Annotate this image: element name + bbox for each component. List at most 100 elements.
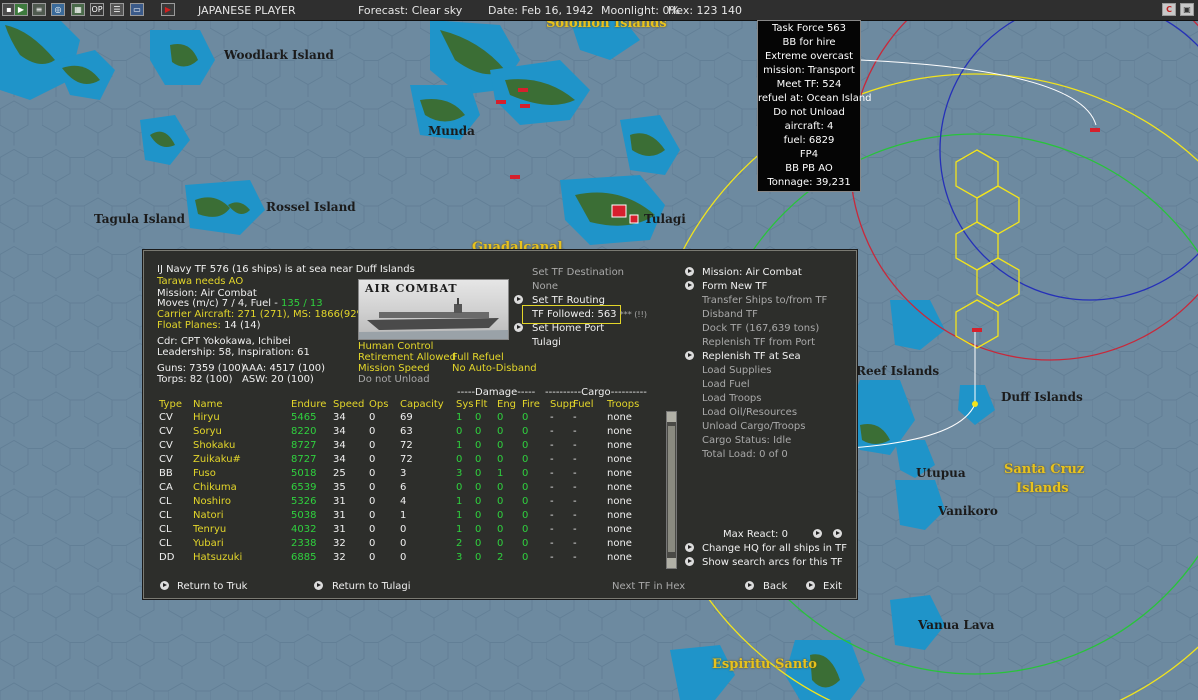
ship-row[interactable]: BB Fuso 5018 25 0 3 3 0 1 0 - - none <box>144 468 664 482</box>
scroll-thumb[interactable] <box>668 426 675 552</box>
column-header[interactable]: Fuel <box>573 399 593 410</box>
ship-name[interactable]: Hiryu <box>193 412 220 423</box>
scroll-down-icon[interactable] <box>667 558 676 568</box>
ship-row[interactable]: CL Noshiro 5326 31 0 4 1 0 0 0 - - none <box>144 496 664 510</box>
column-header[interactable]: Sys <box>456 399 473 410</box>
screen-icon[interactable]: ▭ <box>130 3 144 16</box>
ship-name[interactable]: Shokaku <box>193 440 235 451</box>
column-header[interactable]: Endure <box>291 399 326 410</box>
tf-command-item[interactable]: Replenish TF from Port <box>702 337 815 348</box>
column-header[interactable]: Capacity <box>400 399 444 410</box>
tf-command-item[interactable]: Load Fuel <box>702 379 750 390</box>
full-refuel-toggle[interactable]: Full Refuel <box>452 352 504 363</box>
arrow-right-icon[interactable] <box>160 581 169 590</box>
retirement-toggle[interactable]: Retirement Allowed <box>358 352 456 363</box>
ship-name[interactable]: Yubari <box>193 538 224 549</box>
chart-icon[interactable]: ≡ <box>32 3 46 16</box>
ship-row[interactable]: CA Chikuma 6539 35 0 6 0 0 0 0 - - none <box>144 482 664 496</box>
set-destination-label[interactable]: Set TF Destination <box>532 267 624 278</box>
arrow-right-icon[interactable] <box>514 323 523 332</box>
ship-fire: 0 <box>522 468 529 479</box>
tf-command-item[interactable]: Form New TF <box>702 281 767 292</box>
tf-command-item[interactable]: Load Supplies <box>702 365 771 376</box>
arrow-right-icon[interactable] <box>514 295 523 304</box>
column-header[interactable]: Flt <box>475 399 487 410</box>
arrow-right-icon[interactable] <box>685 557 694 566</box>
column-header[interactable]: Speed <box>333 399 364 410</box>
ship-row[interactable]: CV Hiryu 5465 34 0 69 1 0 0 0 - - none <box>144 412 664 426</box>
tf-command-item[interactable]: Dock TF (167,639 tons) <box>702 323 819 334</box>
mission-photo: AIR COMBAT <box>358 279 509 340</box>
return-tulagi-button[interactable]: Return to Tulagi <box>332 581 411 592</box>
tf-command-item[interactable]: Transfer Ships to/from TF <box>702 295 827 306</box>
tf-command-item[interactable]: Load Oil/Resources <box>702 407 797 418</box>
auto-disband-toggle[interactable]: No Auto-Disband <box>452 363 537 374</box>
arrow-right-icon[interactable] <box>685 267 694 276</box>
tf-command-item[interactable]: Disband TF <box>702 309 758 320</box>
next-tf-button[interactable]: Next TF in Hex <box>612 581 685 592</box>
return-truk-button[interactable]: Return to Truk <box>177 581 247 592</box>
unload-toggle[interactable]: Do not Unload <box>358 374 430 385</box>
mission-speed-toggle[interactable]: Mission Speed <box>358 363 430 374</box>
tf-command-item[interactable]: Cargo Status: Idle <box>702 435 791 446</box>
column-header[interactable]: Troops <box>607 399 639 410</box>
exit-button[interactable]: Exit <box>823 581 842 592</box>
ship-row[interactable]: CV Shokaku 8727 34 0 72 1 0 0 0 - - none <box>144 440 664 454</box>
map-icon[interactable]: ▦ <box>71 3 85 16</box>
column-header[interactable]: Supp <box>550 399 575 410</box>
set-home-port-button[interactable]: Set Home Port <box>532 323 604 334</box>
tf-command-item[interactable]: Total Load: 0 of 0 <box>702 449 788 460</box>
ship-row[interactable]: DD Hatsuzuki 6885 32 0 0 3 0 2 0 - - none <box>144 552 664 566</box>
close-icon[interactable]: ▣ <box>1180 3 1194 16</box>
ship-eng: 0 <box>497 440 504 451</box>
arrow-right-icon[interactable] <box>314 581 323 590</box>
ship-name[interactable]: Natori <box>193 510 224 521</box>
tf-command-item[interactable]: Unload Cargo/Troops <box>702 421 805 432</box>
ship-name[interactable]: Hatsuzuki <box>193 552 242 563</box>
list-icon[interactable]: ☰ <box>110 3 124 16</box>
damage-header: -----Damage----- <box>457 387 536 398</box>
ship-row[interactable]: CL Natori 5038 31 0 1 1 0 0 0 - - none <box>144 510 664 524</box>
flag-icon[interactable]: ▶ <box>14 3 28 16</box>
tf-command-item[interactable]: Mission: Air Combat <box>702 267 802 278</box>
ship-row[interactable]: CL Yubari 2338 32 0 0 2 0 0 0 - - none <box>144 538 664 552</box>
column-header[interactable]: Eng <box>497 399 516 410</box>
arrow-right-icon[interactable] <box>685 543 694 552</box>
exit-arrow-icon[interactable] <box>806 581 815 590</box>
tf-command-item[interactable]: Load Troops <box>702 393 762 404</box>
show-search-arcs-button[interactable]: Show search arcs for this TF <box>702 557 843 568</box>
ops-icon[interactable]: OP <box>90 3 104 16</box>
back-button[interactable]: Back <box>763 581 787 592</box>
column-header[interactable]: Name <box>193 399 223 410</box>
react-decrease-icon[interactable] <box>813 529 822 538</box>
ship-name[interactable]: Noshiro <box>193 496 231 507</box>
react-increase-icon[interactable] <box>833 529 842 538</box>
ship-name[interactable]: Fuso <box>193 468 216 479</box>
commander[interactable]: Cdr: CPT Yokokawa, Ichibei <box>157 336 291 347</box>
c-icon[interactable]: C <box>1162 3 1176 16</box>
column-header[interactable]: Ops <box>369 399 388 410</box>
end-turn-icon[interactable]: ▶ <box>161 3 175 16</box>
change-hq-button[interactable]: Change HQ for all ships in TF <box>702 543 847 554</box>
scroll-up-icon[interactable] <box>667 412 676 422</box>
ship-name[interactable]: Zuikaku# <box>193 454 241 465</box>
ship-row[interactable]: CL Tenryu 4032 31 0 0 1 0 0 0 - - none <box>144 524 664 538</box>
ship-name[interactable]: Chikuma <box>193 482 237 493</box>
arrow-right-icon[interactable] <box>685 281 694 290</box>
moves-text: Moves (m/c) 7 / 4, Fuel - <box>157 298 282 309</box>
ship-name[interactable]: Tenryu <box>193 524 226 535</box>
human-control-toggle[interactable]: Human Control <box>358 341 433 352</box>
globe-icon[interactable]: ◎ <box>51 3 65 16</box>
ship-list-scrollbar[interactable] <box>666 411 677 569</box>
ship-row[interactable]: CV Zuikaku# 8727 34 0 72 0 0 0 0 - - none <box>144 454 664 468</box>
tf-position-marker[interactable] <box>972 401 978 407</box>
back-arrow-icon[interactable] <box>745 581 754 590</box>
ship-row[interactable]: CV Soryu 8220 34 0 63 0 0 0 0 - - none <box>144 426 664 440</box>
ship-name[interactable]: Soryu <box>193 426 222 437</box>
column-header[interactable]: Fire <box>522 399 540 410</box>
tf-command-item[interactable]: Replenish TF at Sea <box>702 351 801 362</box>
column-header[interactable]: Type <box>159 399 182 410</box>
arrow-right-icon[interactable] <box>685 351 694 360</box>
ship-flt: 0 <box>475 412 482 423</box>
tf-followed[interactable]: TF Followed: 563 *** (!!) <box>532 309 647 320</box>
